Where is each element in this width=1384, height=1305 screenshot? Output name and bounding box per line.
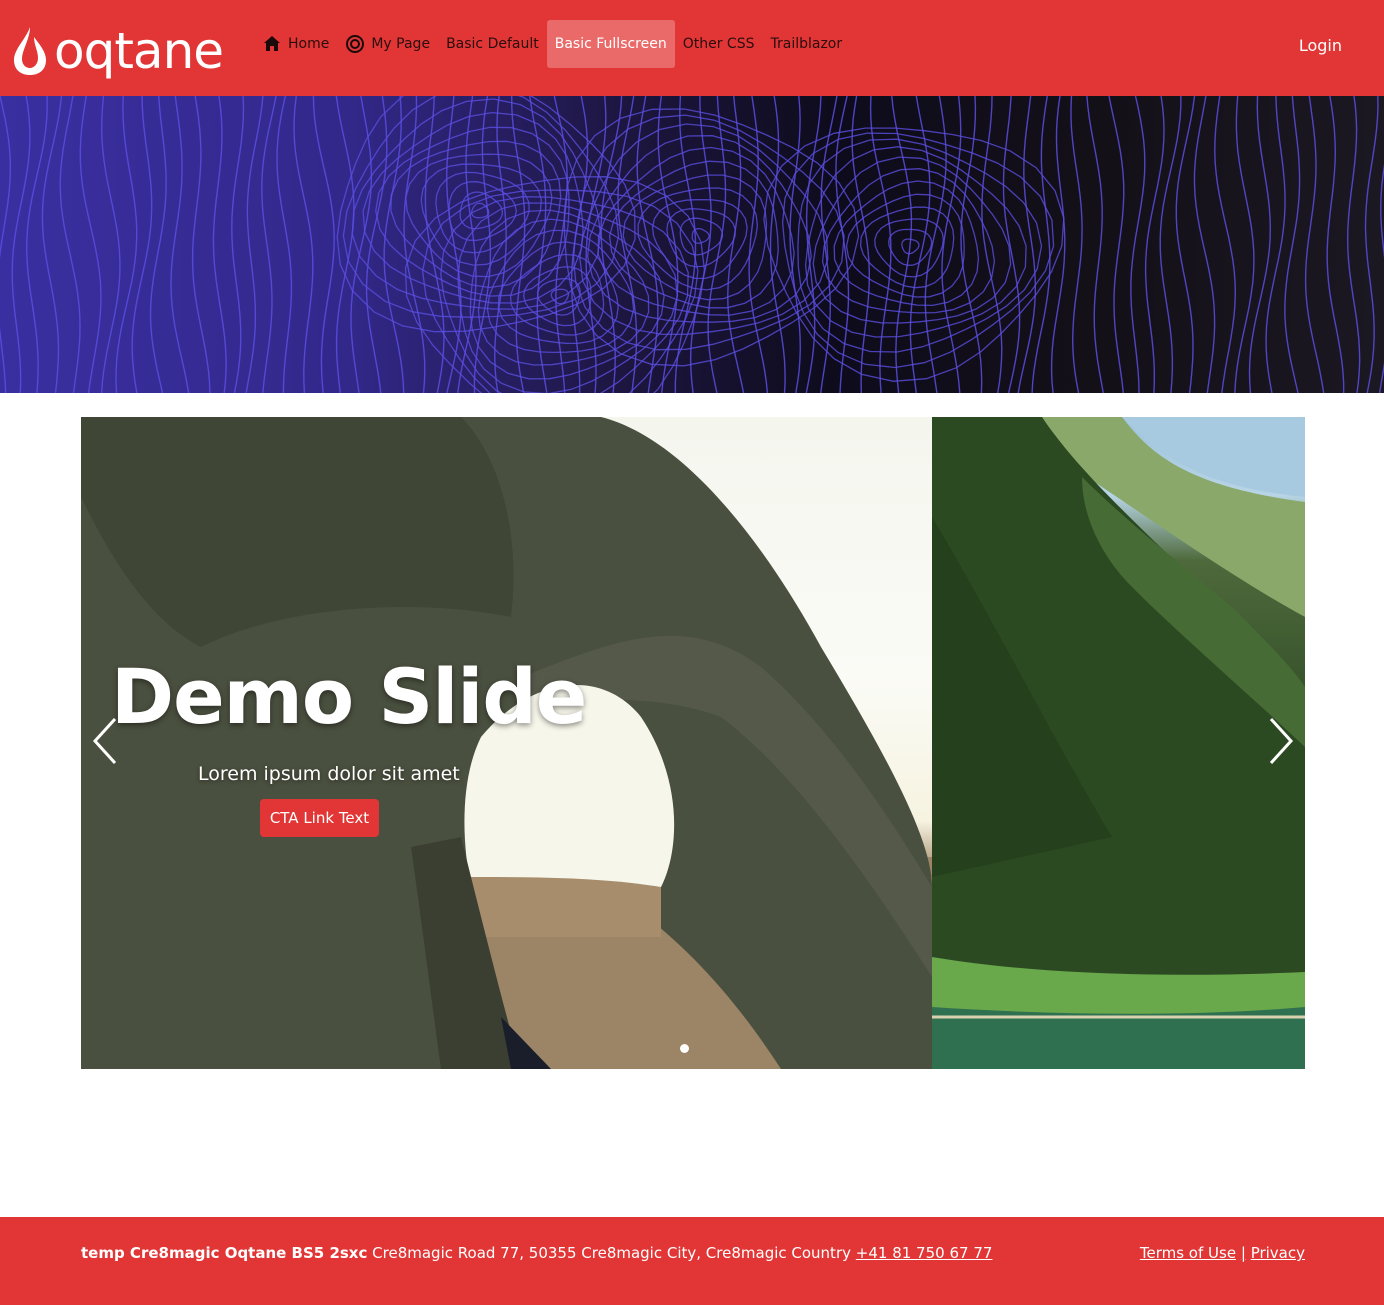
logo-text: oqtane	[54, 22, 224, 80]
contour-line	[1017, 96, 1036, 393]
slide-image-hiker: Demo Slide Lorem ipsum dolor sit amet CT…	[81, 417, 932, 1069]
contour-line	[149, 96, 167, 393]
contour-line	[1086, 96, 1104, 393]
slide-subtitle: Lorem ipsum dolor sit amet	[198, 763, 460, 785]
nav-item-my-page[interactable]: My Page	[337, 20, 438, 68]
nav-item-other-css[interactable]: Other CSS	[675, 20, 763, 68]
contour-line	[1214, 96, 1237, 393]
hiker-illustration	[81, 417, 932, 1069]
contour-line	[1304, 96, 1325, 393]
contour-line	[312, 96, 335, 393]
contour-line	[1346, 96, 1361, 393]
contour-line	[457, 96, 477, 393]
footer-links: Terms of Use | Privacy	[1140, 1244, 1305, 1262]
footer-company: temp Cre8magic Oqtane BS5 2sxc	[81, 1244, 368, 1262]
nav-item-home[interactable]: Home	[254, 20, 337, 68]
nav-item-trailblazor[interactable]: Trailblazor	[762, 20, 850, 68]
home-icon	[262, 34, 282, 54]
target-icon	[345, 34, 365, 54]
contour-ring	[845, 193, 965, 298]
footer-address: Cre8magic Road 77, 50355 Cre8magic City,…	[372, 1244, 851, 1262]
contour-line	[789, 96, 802, 393]
contour-line	[41, 96, 63, 393]
contour-ring	[435, 171, 530, 254]
contour-line	[1130, 96, 1146, 393]
contour-line	[365, 96, 388, 393]
footer-contact: temp Cre8magic Oqtane BS5 2sxc Cre8magic…	[81, 1244, 992, 1262]
nav-item-label: My Page	[371, 36, 431, 52]
contour-line	[0, 96, 11, 393]
contour-line	[1175, 96, 1196, 393]
cta-button[interactable]: CTA Link Text	[260, 799, 379, 837]
oqtane-logo[interactable]: oqtane	[12, 22, 238, 80]
contour-line	[59, 96, 81, 393]
contour-line	[445, 96, 462, 393]
contour-line	[1002, 96, 1021, 393]
nav-item-label: Home	[288, 36, 330, 52]
contour-line	[473, 96, 492, 393]
nav-item-basic-fullscreen[interactable]: Basic Fullscreen	[546, 20, 675, 68]
contour-line	[191, 96, 211, 393]
contour-line	[1378, 163, 1384, 393]
contour-line	[869, 96, 892, 393]
contour-ring	[459, 191, 504, 230]
site-footer: temp Cre8magic Oqtane BS5 2sxc Cre8magic…	[0, 1217, 1384, 1305]
slide-title: Demo Slide	[111, 652, 587, 741]
contour-line	[100, 96, 121, 393]
contour-line	[1108, 96, 1125, 393]
login-link[interactable]: Login	[1299, 36, 1342, 55]
contour-line	[1284, 96, 1301, 393]
image-carousel: Demo Slide Lorem ipsum dolor sit amet CT…	[81, 417, 1305, 1069]
contour-line	[261, 96, 277, 393]
contour-line	[1070, 96, 1083, 393]
contour-lines-decoration	[0, 96, 1384, 393]
terms-link[interactable]: Terms of Use	[1140, 1244, 1236, 1262]
contour-line	[293, 96, 314, 393]
footer-phone-link[interactable]: +41 81 750 67 77	[856, 1244, 993, 1262]
contour-line	[231, 96, 245, 393]
contour-line	[131, 96, 153, 393]
privacy-link[interactable]: Privacy	[1251, 1244, 1305, 1262]
contour-line	[350, 96, 373, 393]
site-header: oqtane Home My Page Basic Default Basic …	[0, 0, 1384, 96]
slide-image-mountain-lake	[932, 417, 1305, 1069]
contour-line	[212, 96, 227, 393]
carousel-next-button[interactable]	[1263, 717, 1299, 765]
contour-line	[1144, 96, 1165, 393]
contour-line	[1265, 96, 1286, 393]
carousel-indicator[interactable]	[680, 1044, 689, 1053]
footer-separator: |	[1240, 1244, 1246, 1262]
main-nav: Home My Page Basic Default Basic Fullscr…	[254, 20, 850, 68]
contour-ring	[804, 146, 1027, 338]
contour-line	[1326, 96, 1345, 393]
contour-line	[245, 96, 264, 393]
contour-line	[1193, 96, 1216, 393]
nav-item-basic-default[interactable]: Basic Default	[438, 20, 547, 68]
chevron-right-icon	[1269, 717, 1294, 765]
mountain-lake-illustration	[932, 417, 1305, 1069]
contour-line	[276, 96, 293, 393]
contour-line	[1364, 96, 1379, 393]
contour-line	[529, 96, 548, 393]
contour-line	[79, 96, 102, 393]
contour-line	[170, 96, 190, 393]
droplet-logo-icon	[14, 27, 46, 75]
contour-ring	[550, 288, 570, 305]
hero-banner-image	[0, 96, 1384, 393]
chevron-left-icon	[92, 717, 117, 765]
carousel-prev-button[interactable]	[87, 717, 123, 765]
